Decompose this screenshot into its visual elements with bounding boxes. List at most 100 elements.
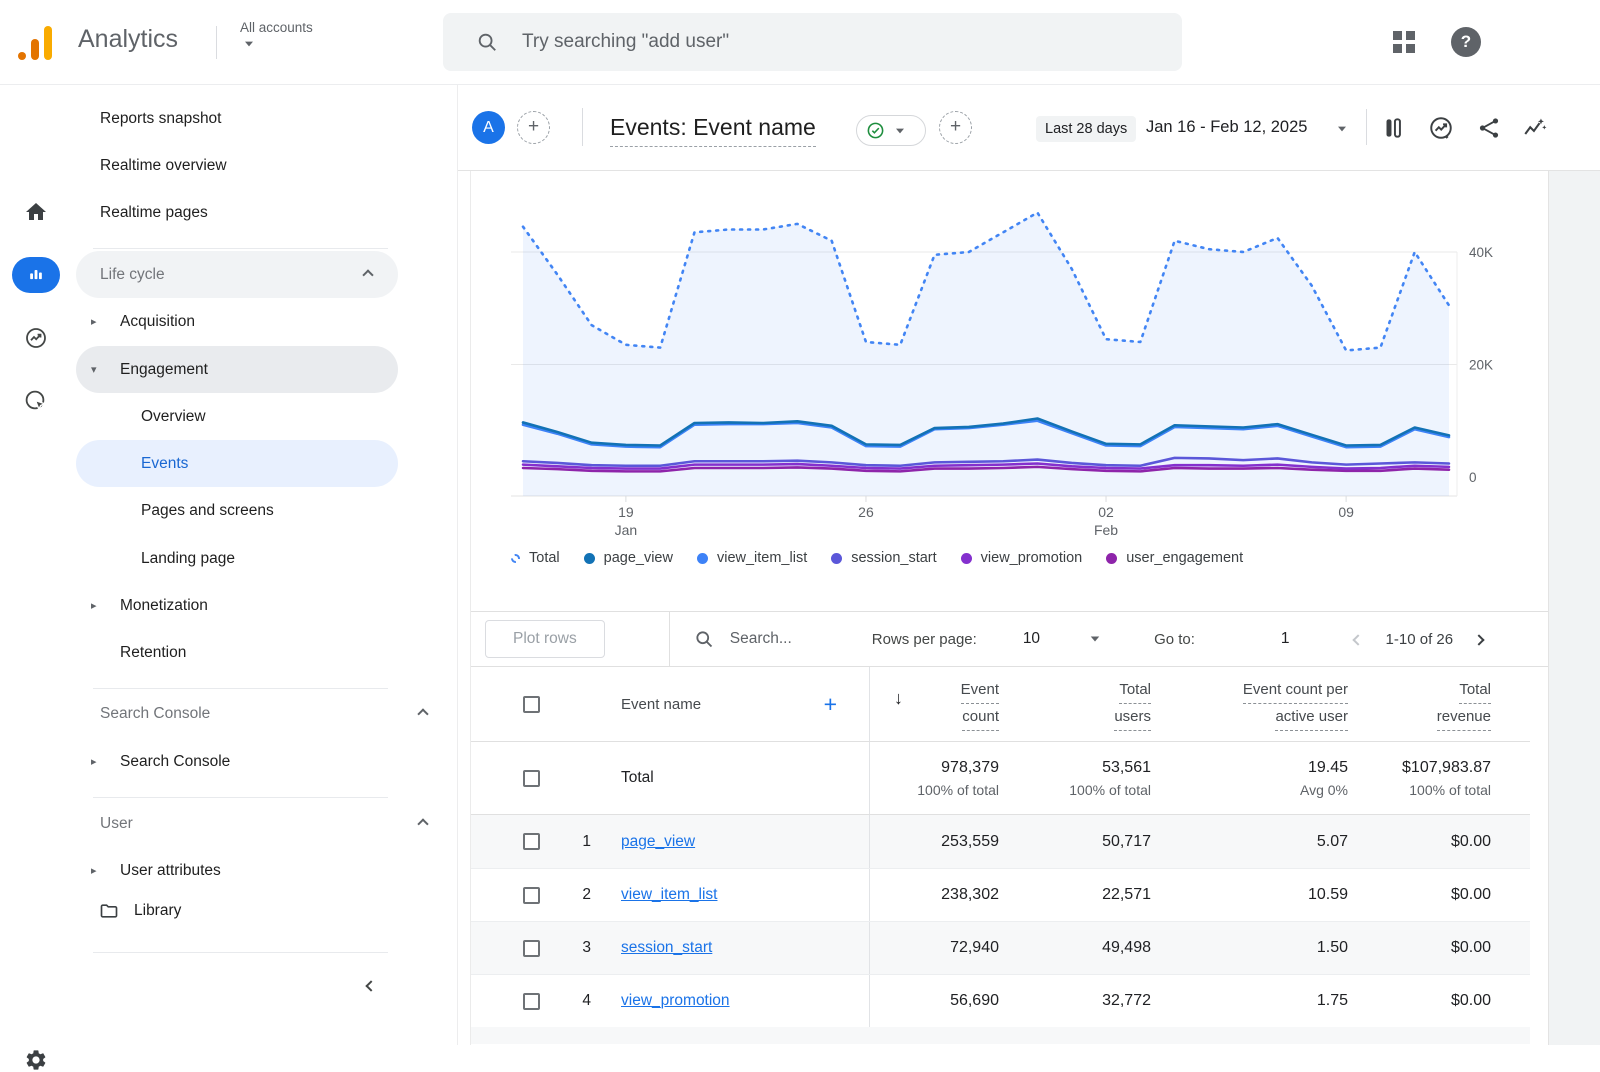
home-icon[interactable] <box>24 200 48 224</box>
row-checkbox[interactable] <box>523 940 540 957</box>
row-checkbox[interactable] <box>523 770 540 787</box>
divider <box>582 108 583 146</box>
sidebar-item-search-console[interactable]: ▸ Search Console <box>72 738 457 785</box>
chevron-down-icon <box>1338 127 1346 132</box>
row-checkbox[interactable] <box>523 833 540 850</box>
header-event-count-per-active-user[interactable]: Event count per active user <box>1151 667 1348 741</box>
sidebar-item-retention[interactable]: Retention <box>72 629 457 676</box>
sidebar-item-acquisition[interactable]: ▸ Acquisition <box>72 298 457 345</box>
collapse-arrow-icon: ▾ <box>91 363 97 376</box>
page-title[interactable]: Events: Event name <box>610 114 816 147</box>
row-event-name: page_view <box>591 815 869 868</box>
sort-descending-icon[interactable]: ↓ <box>894 686 903 711</box>
add-comparison-button[interactable]: + <box>517 111 550 144</box>
section-header-label: User <box>72 815 133 833</box>
previous-page-icon[interactable] <box>1354 631 1362 648</box>
legend-item[interactable]: session_start <box>831 550 936 566</box>
event-name-link[interactable]: view_promotion <box>621 992 730 1010</box>
chart-legend: Total page_view view_item_list session_s… <box>471 543 1548 573</box>
header-event-count[interactable]: ↓ Event count <box>869 667 999 741</box>
divider <box>93 952 388 953</box>
sidebar-item-realtime-overview[interactable]: Realtime overview <box>72 142 457 189</box>
avatar[interactable]: A <box>472 111 505 144</box>
header-event-name: Event name + <box>591 667 869 741</box>
reports-nav-icon[interactable] <box>12 257 60 293</box>
legend-label: Total <box>529 550 560 566</box>
goto-page-input[interactable]: 1 <box>1281 630 1290 648</box>
search-input[interactable] <box>522 31 1122 53</box>
event-name-link[interactable]: view_item_list <box>621 886 717 904</box>
explore-icon[interactable] <box>24 326 48 350</box>
sidebar-item-events[interactable]: Events <box>76 440 398 487</box>
date-range-picker[interactable]: Jan 16 - Feb 12, 2025 <box>1146 118 1307 137</box>
column-label: Total <box>1459 677 1491 704</box>
header-total-revenue[interactable]: Total revenue <box>1348 667 1491 741</box>
settings-gear-icon[interactable] <box>24 1048 48 1072</box>
chevron-down-icon[interactable] <box>1091 636 1100 641</box>
column-label: Total <box>1119 677 1151 704</box>
select-all-checkbox[interactable] <box>523 696 540 713</box>
pagination-range: 1-10 of 26 <box>1386 631 1454 648</box>
sidebar-item-label: Reports snapshot <box>72 110 222 128</box>
advertising-icon[interactable] <box>24 389 48 413</box>
legend-item[interactable]: user_engagement <box>1106 550 1243 566</box>
legend-item[interactable]: view_promotion <box>961 550 1083 566</box>
total-value: 978,379 <box>941 759 999 777</box>
sparkline-insights-icon[interactable] <box>1522 115 1548 141</box>
row-checkbox-cell <box>471 922 551 974</box>
row-metric-value: 253,559 <box>869 815 999 868</box>
total-subtext: 100% of total <box>1409 782 1491 798</box>
apps-grid-icon[interactable] <box>1393 31 1415 53</box>
table-row: 4view_promotion56,69032,7721.75$0.00 <box>471 974 1530 1027</box>
row-metric-value: 238,302 <box>869 869 999 921</box>
legend-item[interactable]: Total <box>511 550 560 566</box>
sidebar-item-engagement[interactable]: ▾ Engagement <box>76 346 398 393</box>
total-subtext: 100% of total <box>917 782 999 798</box>
report-status-pill[interactable] <box>856 115 926 146</box>
sidebar-item-library[interactable]: Library <box>72 887 457 934</box>
add-dimension-icon[interactable]: + <box>824 691 837 718</box>
row-metric-value: $0.00 <box>1348 975 1491 1027</box>
legend-dot <box>697 553 708 564</box>
row-metric-value: 10.59 <box>1151 869 1348 921</box>
expand-arrow-icon: ▸ <box>91 864 97 877</box>
analytics-logo-icon[interactable] <box>18 24 52 60</box>
total-value: 53,561 <box>1102 759 1151 777</box>
table-search-input[interactable]: Search... <box>730 630 814 648</box>
rows-per-page-select[interactable]: 10 <box>1023 630 1040 648</box>
legend-item[interactable]: page_view <box>584 550 673 566</box>
add-report-tab-button[interactable]: + <box>939 111 972 144</box>
legend-item[interactable]: view_item_list <box>697 550 807 566</box>
sidebar-item-overview[interactable]: Overview <box>72 393 457 440</box>
column-label[interactable]: Event name <box>621 696 701 713</box>
event-name-link[interactable]: page_view <box>621 833 695 851</box>
chevron-down-icon <box>245 42 253 47</box>
section-header-user[interactable]: User <box>72 800 457 847</box>
header-cell <box>471 667 551 741</box>
scroll-gutter[interactable] <box>1548 171 1600 1045</box>
row-checkbox[interactable] <box>523 993 540 1010</box>
next-page-icon[interactable] <box>1475 631 1483 648</box>
sidebar-item-monetization[interactable]: ▸ Monetization <box>72 582 457 629</box>
event-name-link[interactable]: session_start <box>621 939 712 957</box>
account-switcher[interactable]: All accounts <box>240 20 313 50</box>
share-icon[interactable] <box>1476 115 1502 141</box>
line-chart: 020K40K19Jan2602Feb09 <box>471 171 1549 541</box>
sidebar-item-realtime-pages[interactable]: Realtime pages <box>72 189 457 236</box>
plot-rows-button[interactable]: Plot rows <box>485 620 605 658</box>
row-checkbox[interactable] <box>523 887 540 904</box>
rows-per-page-label: Rows per page: <box>872 631 977 648</box>
section-header-search-console[interactable]: Search Console <box>72 690 457 737</box>
row-metric-value: 1.75 <box>1151 975 1348 1027</box>
sidebar-item-landing-page[interactable]: Landing page <box>72 535 457 582</box>
collapse-sidebar-button[interactable] <box>351 966 391 1006</box>
sidebar-item-reports-snapshot[interactable]: Reports snapshot <box>72 95 457 142</box>
sidebar-item-pages-and-screens[interactable]: Pages and screens <box>72 487 457 534</box>
divider <box>93 688 388 689</box>
section-header-life-cycle[interactable]: Life cycle <box>76 251 398 298</box>
compare-data-icon[interactable] <box>1380 115 1406 141</box>
header-total-users[interactable]: Total users <box>999 667 1151 741</box>
insights-icon[interactable] <box>1428 115 1454 141</box>
help-icon[interactable]: ? <box>1451 27 1481 57</box>
chevron-up-icon <box>419 705 427 723</box>
